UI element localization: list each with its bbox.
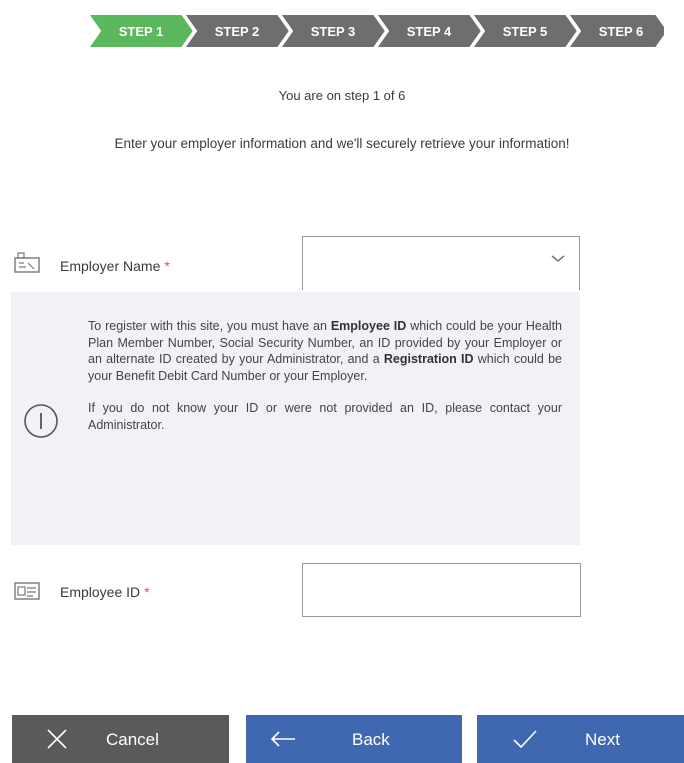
back-button-label: Back — [352, 730, 390, 749]
step-label: STEP 6 — [599, 24, 644, 39]
step-5: STEP 5 — [470, 14, 580, 48]
employer-building-icon — [13, 252, 43, 274]
stepper-graphic: STEP 1 STEP 2 STEP 3 STEP 4 STEP 5 STEP 6 — [88, 14, 664, 48]
step-label: STEP 1 — [119, 24, 164, 39]
info-p1-pre: To register with this site, you must hav… — [88, 319, 331, 333]
step-label: STEP 4 — [407, 24, 452, 39]
employee-id-label-text: Employee ID — [60, 584, 141, 600]
step-1: STEP 1 — [88, 14, 196, 48]
employer-name-label: Employer Name * — [60, 258, 170, 274]
employee-id-term: Employee ID — [330, 319, 407, 333]
info-paragraph-1: To register with this site, you must hav… — [88, 318, 562, 384]
info-paragraph-2: If you do not know your ID or were not p… — [88, 401, 562, 432]
employee-id-input[interactable] — [302, 563, 581, 617]
cancel-button[interactable]: Cancel — [12, 715, 229, 763]
step-6: STEP 6 — [566, 14, 664, 48]
instructions-text: Enter your employer information and we'l… — [114, 136, 570, 151]
employer-name-label-text: Employer Name — [60, 258, 161, 274]
step-4: STEP 4 — [374, 14, 484, 48]
next-button-label: Next — [585, 730, 620, 749]
id-card-icon — [13, 580, 43, 602]
info-panel: To register with this site, you must hav… — [11, 292, 580, 545]
chevron-down-icon[interactable] — [551, 254, 565, 264]
step-label: STEP 5 — [503, 24, 548, 39]
step-3: STEP 3 — [278, 14, 388, 48]
employee-id-label: Employee ID * — [60, 584, 150, 600]
step-2: STEP 2 — [182, 14, 292, 48]
cancel-button-label: Cancel — [106, 730, 159, 749]
close-icon — [47, 729, 67, 749]
required-marker: * — [144, 584, 150, 600]
step-status-text: You are on step 1 of 6 — [278, 88, 406, 103]
step-label: STEP 2 — [215, 24, 260, 39]
step-label: STEP 3 — [311, 24, 356, 39]
back-button[interactable]: Back — [246, 715, 462, 763]
checkmark-icon — [513, 730, 537, 749]
required-marker: * — [164, 258, 170, 274]
next-button[interactable]: Next — [477, 715, 684, 763]
info-icon — [24, 404, 58, 438]
progress-stepper: STEP 1 STEP 2 STEP 3 STEP 4 STEP 5 STEP 6 — [88, 14, 664, 48]
info-text: To register with this site, you must hav… — [88, 318, 562, 449]
arrow-left-icon — [270, 731, 295, 747]
employer-name-select[interactable] — [302, 236, 580, 290]
registration-id-term: Registration ID — [383, 352, 474, 366]
